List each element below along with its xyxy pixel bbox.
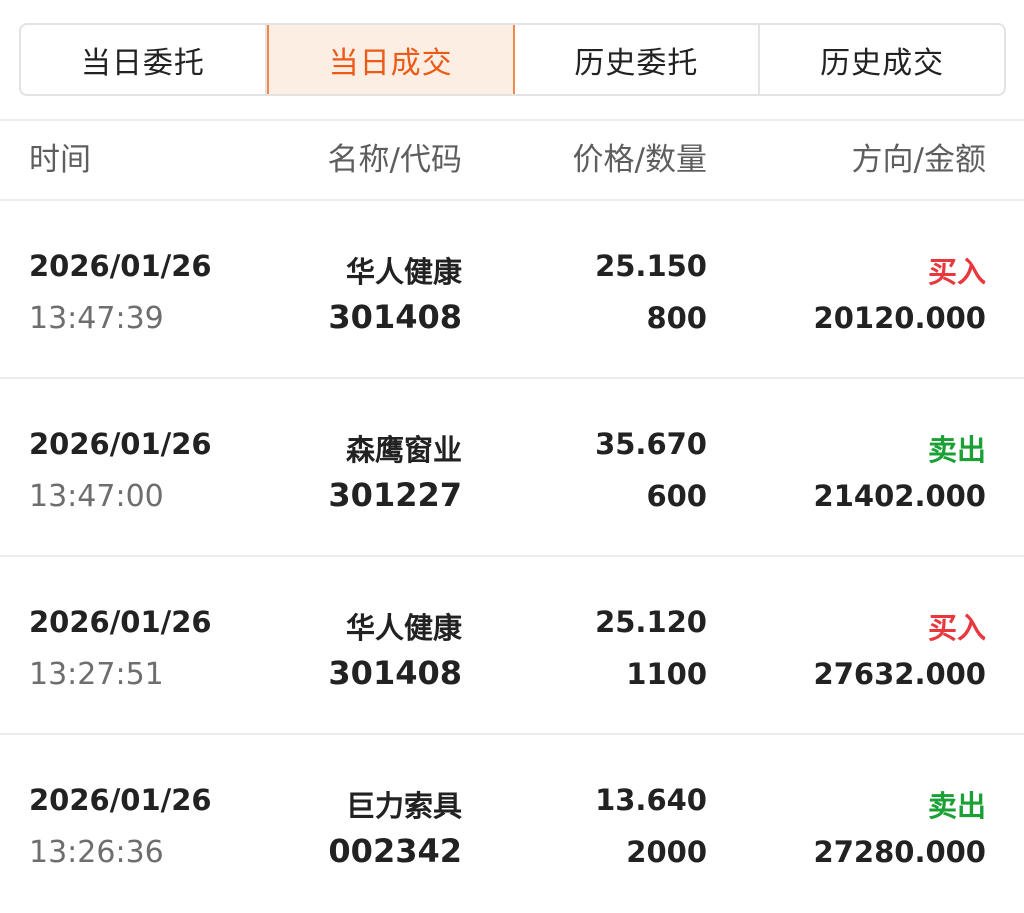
stock-name: 森鹰窗业 — [345, 433, 462, 467]
trade-list: 2026/01/26 13:47:39 华人健康 301408 25.150 8… — [0, 201, 1024, 913]
trade-amount: 21402.000 — [813, 479, 986, 513]
trade-direction: 卖出 — [927, 789, 986, 823]
trade-price: 13.640 — [595, 783, 707, 817]
trade-time: 13:26:36 — [29, 835, 164, 870]
table-row[interactable]: 2026/01/26 13:26:36 巨力索具 002342 13.640 2… — [0, 735, 1024, 913]
tab-today-orders[interactable]: 当日委托 — [21, 25, 267, 94]
header-price-qty: 价格/数量 — [572, 142, 707, 178]
tab-history-trades[interactable]: 历史成交 — [760, 25, 1004, 94]
table-row[interactable]: 2026/01/26 13:47:00 森鹰窗业 301227 35.670 6… — [0, 379, 1024, 557]
trade-time: 13:47:00 — [29, 479, 164, 514]
stock-code: 301408 — [328, 654, 462, 692]
table-header: 时间 名称/代码 价格/数量 方向/金额 — [0, 121, 1024, 199]
table-row[interactable]: 2026/01/26 13:27:51 华人健康 301408 25.120 1… — [0, 557, 1024, 735]
trade-date: 2026/01/26 — [29, 605, 212, 639]
trade-time: 13:47:39 — [29, 301, 164, 336]
trade-tabs: 当日委托 当日成交 历史委托 历史成交 — [19, 23, 1006, 96]
stock-name: 巨力索具 — [345, 789, 462, 823]
trade-date: 2026/01/26 — [29, 249, 212, 283]
trade-date: 2026/01/26 — [29, 427, 212, 461]
tab-history-orders[interactable]: 历史委托 — [515, 25, 761, 94]
stock-code: 301408 — [328, 298, 462, 336]
trade-time: 13:27:51 — [29, 657, 164, 692]
stock-name: 华人健康 — [345, 611, 462, 645]
header-direction-amount: 方向/金额 — [851, 142, 986, 178]
header-name-code: 名称/代码 — [327, 142, 462, 178]
trade-direction: 买入 — [927, 255, 986, 289]
trade-price: 25.120 — [595, 605, 707, 639]
trade-direction: 卖出 — [927, 433, 986, 467]
stock-code: 301227 — [328, 476, 462, 514]
trade-price: 25.150 — [595, 249, 707, 283]
stock-name: 华人健康 — [345, 255, 462, 289]
trade-amount: 27632.000 — [813, 657, 986, 691]
trade-quantity: 2000 — [626, 835, 707, 869]
trade-date: 2026/01/26 — [29, 783, 212, 817]
header-time: 时间 — [29, 142, 91, 178]
trade-amount: 20120.000 — [813, 301, 986, 335]
trade-direction: 买入 — [927, 611, 986, 645]
trade-quantity: 1100 — [626, 657, 707, 691]
trade-price: 35.670 — [595, 427, 707, 461]
trade-quantity: 600 — [646, 479, 707, 513]
trade-amount: 27280.000 — [813, 835, 986, 869]
trade-quantity: 800 — [646, 301, 707, 335]
top-edge — [0, 0, 1024, 6]
table-row[interactable]: 2026/01/26 13:47:39 华人健康 301408 25.150 8… — [0, 201, 1024, 379]
tab-today-trades[interactable]: 当日成交 — [266, 25, 515, 94]
stock-code: 002342 — [328, 832, 462, 870]
